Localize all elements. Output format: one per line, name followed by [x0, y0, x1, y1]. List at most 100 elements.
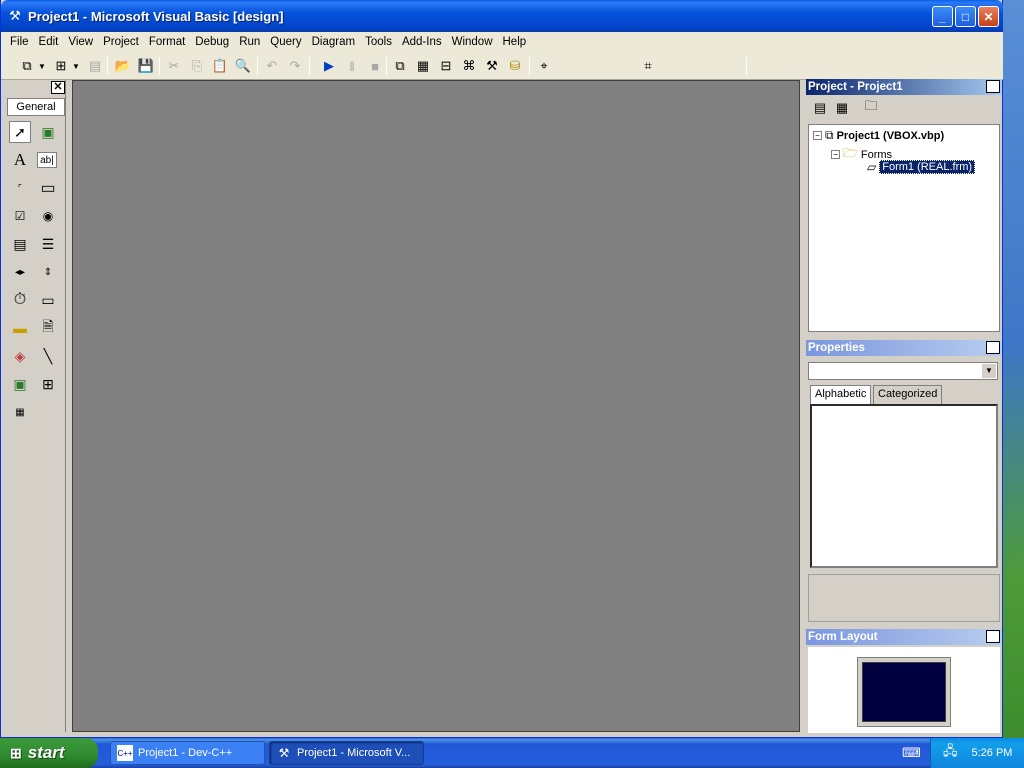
add-project-icon[interactable]: ⧉: [17, 56, 37, 76]
menu-window[interactable]: Window: [447, 36, 498, 48]
checkbox-tool-icon[interactable]: ☑: [9, 205, 31, 227]
size-icon: ⌗: [644, 58, 652, 73]
form-layout-header[interactable]: Form Layout ✕: [806, 629, 1002, 645]
redo-icon[interactable]: ↷: [285, 56, 305, 76]
shape-tool-icon[interactable]: ◈: [9, 345, 31, 367]
data-view-icon[interactable]: ⛁: [505, 56, 525, 76]
pause-icon[interactable]: ‖: [342, 56, 362, 76]
frame-tool-icon[interactable]: ⌜: [9, 177, 31, 199]
keyboard-icon[interactable]: ⌨: [902, 745, 921, 761]
menu-format[interactable]: Format: [144, 36, 190, 48]
form-layout-close-icon[interactable]: ✕: [986, 630, 1000, 643]
form-layout-title: Form Layout: [808, 631, 878, 643]
tree-node-form1[interactable]: ▱ Form1 (REAL.frm): [867, 160, 976, 174]
optionbutton-tool-icon[interactable]: ◉: [37, 205, 59, 227]
tree-form1-label: Form1 (REAL.frm): [879, 160, 976, 174]
properties-window-icon[interactable]: ▦: [413, 56, 433, 76]
combobox-tool-icon[interactable]: ▤: [9, 233, 31, 255]
toolbox-close-icon[interactable]: ✕: [51, 81, 65, 94]
close-button[interactable]: ✕: [978, 6, 999, 27]
mdi-workspace[interactable]: [72, 80, 800, 732]
taskbar-button-devcpp[interactable]: C++ Project1 - Dev-C++: [110, 741, 265, 765]
view-object-icon[interactable]: ▦: [832, 98, 852, 118]
dev-cpp-icon: C++: [117, 745, 133, 761]
project-tree[interactable]: − ⧉ Project1 (VBOX.vbp) − 🗁 Forms ▱ Form…: [808, 124, 1000, 332]
toggle-folders-icon[interactable]: 🗀: [861, 98, 881, 118]
commandbutton-tool-icon[interactable]: ▭: [37, 177, 59, 199]
vscrollbar-tool-icon[interactable]: ⇕: [37, 261, 59, 283]
minimize-button[interactable]: _: [932, 6, 953, 27]
menu-debug[interactable]: Debug: [190, 36, 234, 48]
find-icon[interactable]: 🔍: [233, 56, 253, 76]
menu-view[interactable]: View: [63, 36, 98, 48]
menu-run[interactable]: Run: [234, 36, 265, 48]
add-form-icon[interactable]: ⊞: [51, 56, 71, 76]
menu-help[interactable]: Help: [498, 36, 532, 48]
ole-tool-icon[interactable]: ▦: [9, 401, 31, 423]
start-run-icon[interactable]: ▶: [319, 56, 339, 76]
menu-query[interactable]: Query: [265, 36, 306, 48]
menu-diagram[interactable]: Diagram: [307, 36, 360, 48]
tab-categorized[interactable]: Categorized: [873, 385, 943, 404]
menu-add-ins[interactable]: Add-Ins: [397, 36, 447, 48]
project-explorer-close-icon[interactable]: ✕: [986, 80, 1000, 93]
pointer-tool-icon[interactable]: ➚: [9, 121, 31, 143]
taskbar-button-vb[interactable]: ⚒ Project1 - Microsoft V...: [269, 741, 424, 765]
object-browser-icon[interactable]: ⌘: [459, 56, 479, 76]
properties-close-icon[interactable]: ✕: [986, 341, 1000, 354]
menu-edit[interactable]: Edit: [34, 36, 64, 48]
toolbox-header: ✕: [4, 80, 65, 94]
tab-alphabetic[interactable]: Alphabetic: [810, 385, 872, 404]
collapse-icon[interactable]: −: [831, 150, 840, 159]
toolbox-tab-general[interactable]: General: [7, 98, 65, 116]
drivelistbox-tool-icon[interactable]: ▭: [37, 289, 59, 311]
properties-grid[interactable]: [810, 404, 998, 568]
save-icon[interactable]: 💾: [136, 56, 156, 76]
form-layout-area: [808, 647, 1000, 733]
toolbar-separator: [159, 57, 160, 75]
textbox-tool-icon[interactable]: ab|: [37, 152, 57, 168]
monitor-screen[interactable]: [862, 662, 946, 722]
collapse-icon[interactable]: −: [813, 131, 822, 140]
clock[interactable]: 5:26 PM: [972, 747, 1013, 759]
form-layout-icon[interactable]: ⊟: [436, 56, 456, 76]
chevron-down-icon[interactable]: ▼: [71, 56, 81, 76]
paste-icon[interactable]: 📋: [210, 56, 230, 76]
copy-icon[interactable]: ⎘: [187, 56, 207, 76]
undo-icon[interactable]: ↶: [262, 56, 282, 76]
project-explorer-icon[interactable]: ⧉: [390, 56, 410, 76]
view-code-icon[interactable]: ▤: [810, 98, 830, 118]
tree-node-project[interactable]: − ⧉ Project1 (VBOX.vbp): [813, 128, 944, 143]
menu-project[interactable]: Project: [98, 36, 144, 48]
properties-header[interactable]: Properties ✕: [806, 340, 1002, 356]
menu-tools[interactable]: Tools: [360, 36, 397, 48]
menu-file[interactable]: File: [5, 36, 34, 48]
filelistbox-tool-icon[interactable]: 🗎: [37, 317, 59, 339]
properties-object-combo[interactable]: ▼: [808, 362, 998, 380]
image-tool-icon[interactable]: ▣: [9, 373, 31, 395]
open-folder-icon[interactable]: 📂: [113, 56, 133, 76]
project-explorer-header[interactable]: Project - Project1 ✕: [806, 79, 1002, 95]
network-icon[interactable]: 🖧: [943, 742, 958, 764]
title-bar[interactable]: ⚒ Project1 - Microsoft Visual Basic [des…: [1, 0, 1003, 32]
picturebox-tool-icon[interactable]: ▣: [37, 121, 59, 143]
line-tool-icon[interactable]: ╲: [37, 345, 59, 367]
project-explorer-panel: Project - Project1 ✕ ▤ ▦ 🗀 − ⧉ Project1 …: [806, 79, 1002, 335]
hscrollbar-tool-icon[interactable]: ◂▸: [9, 261, 31, 283]
timer-tool-icon[interactable]: ⏱: [9, 289, 31, 311]
chevron-down-icon[interactable]: ▼: [982, 364, 996, 378]
vb-app-icon: ⚒: [9, 8, 21, 23]
menu-editor-icon[interactable]: ▤: [85, 56, 105, 76]
toolbox-icon[interactable]: ⚒: [482, 56, 502, 76]
label-tool-icon[interactable]: A: [9, 149, 31, 171]
data-tool-icon[interactable]: ⊞: [37, 373, 59, 395]
dirlistbox-tool-icon[interactable]: ▬: [9, 317, 31, 339]
properties-panel: Properties ✕ ▼ Alphabetic Categorized: [806, 340, 1002, 625]
chevron-down-icon[interactable]: ▼: [37, 56, 47, 76]
cut-icon[interactable]: ✂: [164, 56, 184, 76]
listbox-tool-icon[interactable]: ☰: [37, 233, 59, 255]
folder-icon: 🗁: [843, 146, 858, 160]
stop-icon[interactable]: ■: [365, 56, 385, 76]
start-button[interactable]: ⊞ start: [0, 738, 98, 768]
maximize-button[interactable]: □: [955, 6, 976, 27]
